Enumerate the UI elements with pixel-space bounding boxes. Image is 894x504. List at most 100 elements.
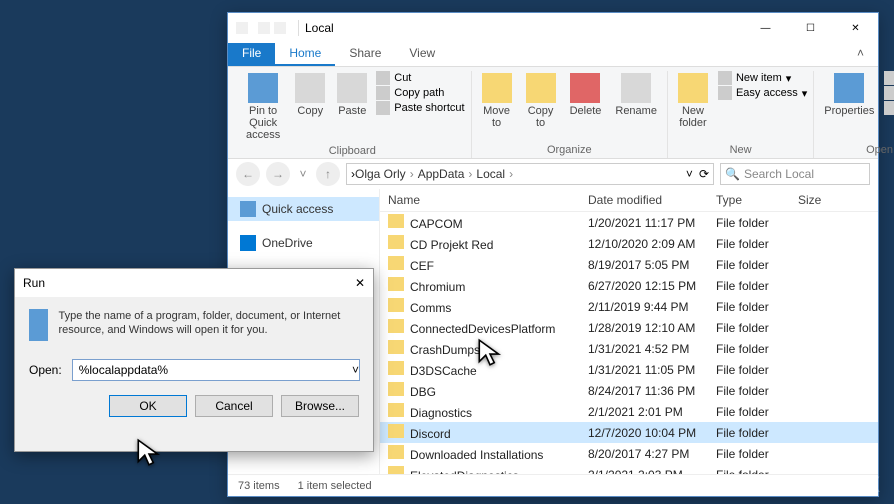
edit-icon xyxy=(884,86,894,100)
delete-button[interactable]: Delete xyxy=(566,71,606,119)
column-size[interactable]: Size xyxy=(798,193,822,207)
ribbon: Pin to Quick access Copy Paste Cut Copy … xyxy=(228,67,878,159)
sidebar-item-label: Quick access xyxy=(262,202,333,216)
run-input[interactable] xyxy=(72,359,360,381)
breadcrumb[interactable]: Local xyxy=(476,167,505,181)
copy-icon xyxy=(295,73,325,103)
delete-icon xyxy=(570,73,600,103)
paste-button[interactable]: Paste xyxy=(334,71,370,119)
column-type[interactable]: Type xyxy=(716,193,798,207)
folder-row[interactable]: CrashDumps1/31/2021 4:52 PMFile folder xyxy=(380,338,878,359)
file-list[interactable]: Name Date modified Type Size CAPCOM1/20/… xyxy=(380,189,878,474)
properties-button[interactable]: Properties xyxy=(820,71,878,119)
run-titlebar[interactable]: Run ✕ xyxy=(15,269,373,297)
column-name[interactable]: Name xyxy=(388,193,588,207)
folder-icon xyxy=(388,361,404,375)
folder-icon xyxy=(388,319,404,333)
tab-share[interactable]: Share xyxy=(335,43,395,66)
minimize-button[interactable]: — xyxy=(743,13,788,43)
folder-row[interactable]: CD Projekt Red12/10/2020 2:09 AMFile fol… xyxy=(380,233,878,254)
open-label: Open: xyxy=(29,363,62,377)
rename-button[interactable]: Rename xyxy=(611,71,661,119)
nav-forward-button[interactable]: → xyxy=(266,162,290,186)
column-headers[interactable]: Name Date modified Type Size xyxy=(380,189,878,212)
search-icon: 🔍 xyxy=(725,167,740,181)
folder-row[interactable]: DBG8/24/2017 11:36 PMFile folder xyxy=(380,380,878,401)
address-bar[interactable]: › Olga Orly › AppData › Local › ˅ ⟳ xyxy=(346,163,714,185)
dropdown-icon[interactable]: ˅ xyxy=(686,167,693,181)
address-bar-row: ← → ˅ ↑ › Olga Orly › AppData › Local › … xyxy=(228,159,878,189)
folder-row[interactable]: CAPCOM1/20/2021 11:17 PMFile folder xyxy=(380,212,878,233)
window-title: Local xyxy=(305,21,743,35)
breadcrumb[interactable]: AppData xyxy=(418,167,465,181)
sidebar-item-quick-access[interactable]: Quick access xyxy=(228,197,379,221)
paste-shortcut-button[interactable]: Paste shortcut xyxy=(376,101,464,115)
nav-back-button[interactable]: ← xyxy=(236,162,260,186)
dialog-title: Run xyxy=(23,276,45,290)
edit-button[interactable]: Edit xyxy=(884,86,894,100)
run-icon xyxy=(29,309,48,341)
ribbon-group-new: New folder New item ▾ Easy access ▾ New xyxy=(668,71,814,158)
new-folder-button[interactable]: New folder xyxy=(674,71,712,131)
ok-button[interactable]: OK xyxy=(109,395,187,417)
maximize-button[interactable]: ☐ xyxy=(788,13,833,43)
quick-access-toolbar xyxy=(236,22,286,34)
breadcrumb[interactable]: Olga Orly xyxy=(355,167,406,181)
tab-view[interactable]: View xyxy=(395,43,449,66)
copy-path-button[interactable]: Copy path xyxy=(376,86,464,100)
dropdown-icon[interactable]: ˅ xyxy=(352,363,359,377)
sidebar-item-onedrive[interactable]: OneDrive xyxy=(228,231,379,255)
folder-row[interactable]: Comms2/11/2019 9:44 PMFile folder xyxy=(380,296,878,317)
folder-row[interactable]: Diagnostics2/1/2021 2:01 PMFile folder xyxy=(380,401,878,422)
close-button[interactable]: ✕ xyxy=(833,13,878,43)
move-to-button[interactable]: Move to xyxy=(478,71,516,131)
titlebar[interactable]: Local — ☐ ✕ xyxy=(228,13,878,43)
new-item-icon xyxy=(718,71,732,85)
column-date[interactable]: Date modified xyxy=(588,193,716,207)
move-to-icon xyxy=(482,73,512,103)
sidebar-item-label: OneDrive xyxy=(262,236,313,250)
nav-history-dropdown[interactable]: ˅ xyxy=(296,162,310,186)
tab-home[interactable]: Home xyxy=(275,43,335,66)
folder-row[interactable]: Discord12/7/2020 10:04 PMFile folder xyxy=(380,422,878,443)
easy-access-button[interactable]: Easy access ▾ xyxy=(718,86,807,100)
search-input[interactable]: 🔍 Search Local xyxy=(720,163,870,185)
folder-row[interactable]: ConnectedDevicesPlatform1/28/2019 12:10 … xyxy=(380,317,878,338)
nav-up-button[interactable]: ↑ xyxy=(316,162,340,186)
qat-icon[interactable] xyxy=(274,22,286,34)
copy-button[interactable]: Copy xyxy=(292,71,328,119)
folder-icon xyxy=(388,298,404,312)
cancel-button[interactable]: Cancel xyxy=(195,395,273,417)
folder-row[interactable]: Chromium6/27/2020 12:15 PMFile folder xyxy=(380,275,878,296)
new-item-button[interactable]: New item ▾ xyxy=(718,71,807,85)
cut-button[interactable]: Cut xyxy=(376,71,464,85)
pin-quick-access-button[interactable]: Pin to Quick access xyxy=(240,71,286,143)
ribbon-toggle[interactable]: ˄ xyxy=(843,43,878,66)
chevron-right-icon: › xyxy=(509,167,513,181)
folder-row[interactable]: CEF8/19/2017 5:05 PMFile folder xyxy=(380,254,878,275)
copy-to-icon xyxy=(526,73,556,103)
cloud-icon xyxy=(240,235,256,251)
pin-icon xyxy=(248,73,278,103)
close-button[interactable]: ✕ xyxy=(355,276,365,290)
copy-to-button[interactable]: Copy to xyxy=(522,71,560,131)
tab-file[interactable]: File xyxy=(228,43,275,66)
new-folder-icon xyxy=(678,73,708,103)
run-description: Type the name of a program, folder, docu… xyxy=(58,309,359,341)
star-icon xyxy=(240,201,256,217)
refresh-icon[interactable]: ⟳ xyxy=(699,167,709,181)
folder-icon xyxy=(388,424,404,438)
history-icon xyxy=(884,101,894,115)
folder-row[interactable]: Downloaded Installations8/20/2017 4:27 P… xyxy=(380,443,878,464)
open-button[interactable]: Open ▾ xyxy=(884,71,894,85)
browse-button[interactable]: Browse... xyxy=(281,395,359,417)
qat-icon[interactable] xyxy=(258,22,270,34)
separator xyxy=(298,20,299,36)
group-label: Organize xyxy=(547,142,592,158)
window-controls: — ☐ ✕ xyxy=(743,13,878,43)
properties-icon xyxy=(834,73,864,103)
ribbon-group-organize: Move to Copy to Delete Rename Organize xyxy=(472,71,668,158)
folder-row[interactable]: D3DSCache1/31/2021 11:05 PMFile folder xyxy=(380,359,878,380)
history-button[interactable]: History xyxy=(884,101,894,115)
folder-icon xyxy=(388,403,404,417)
